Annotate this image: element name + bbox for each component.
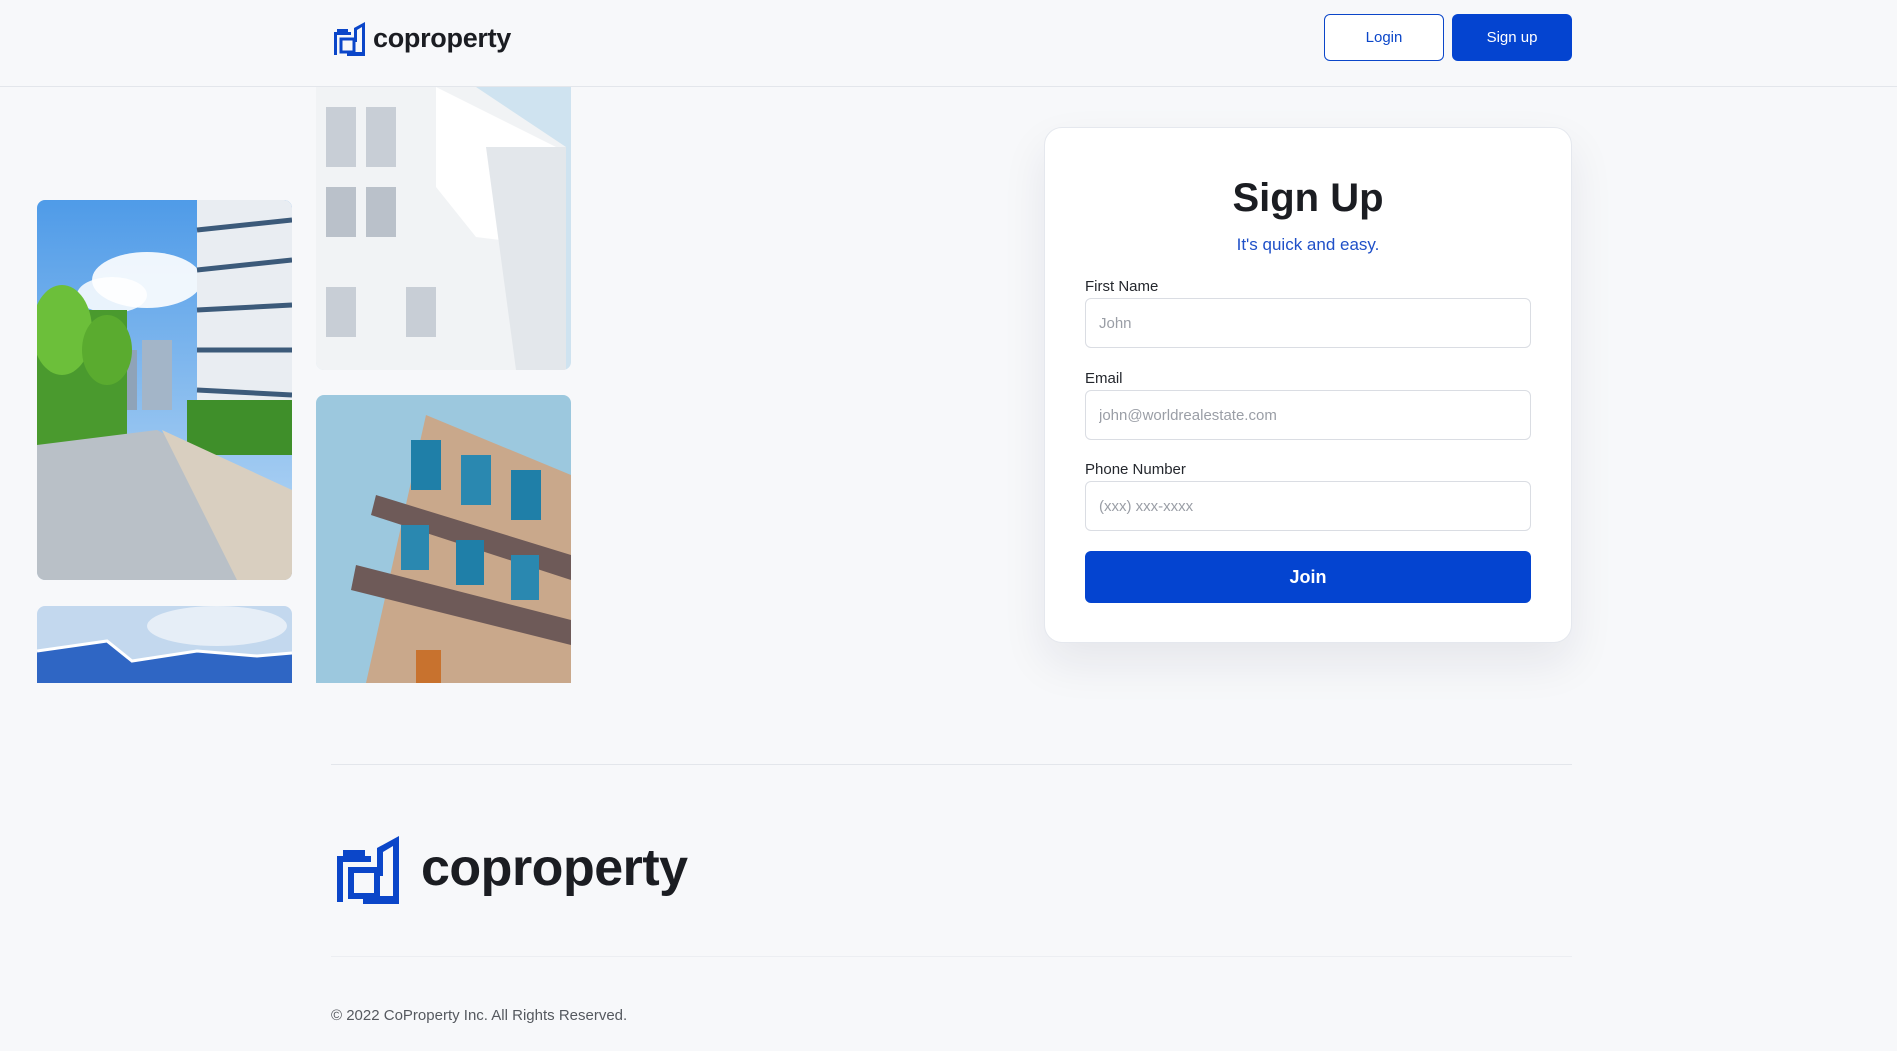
apartment-balconies-photo: [316, 395, 571, 683]
glass-roof-photo: [37, 606, 292, 683]
first-name-label: First Name: [1085, 278, 1159, 295]
signup-subtitle: It's quick and easy.: [1236, 235, 1380, 254]
footer-brand-name: coproperty: [421, 839, 688, 897]
signup-title: Sign Up: [1232, 176, 1384, 220]
copyright-text: © 2022 CoProperty Inc. All Rights Reserv…: [331, 1007, 628, 1024]
email-field[interactable]: [1085, 390, 1531, 440]
signup-button[interactable]: Sign up: [1452, 14, 1572, 61]
first-name-field[interactable]: [1085, 298, 1531, 348]
join-button[interactable]: Join: [1085, 551, 1531, 603]
brand-name: coproperty: [373, 22, 512, 53]
footer-divider-top: [331, 764, 1572, 765]
coproperty-logo-icon: [337, 836, 399, 904]
white-facade-photo: [316, 87, 571, 370]
coproperty-logo-icon: [334, 22, 365, 56]
phone-field[interactable]: [1085, 481, 1531, 531]
footer-logo[interactable]: coproperty: [331, 828, 688, 908]
top-navbar: coproperty Login Sign up: [0, 0, 1897, 87]
building-walkway-photo: [37, 200, 292, 580]
signup-card: Sign Up It's quick and easy. First Name …: [1044, 127, 1572, 643]
login-button[interactable]: Login: [1324, 14, 1444, 61]
footer-divider-bottom: [331, 956, 1572, 957]
phone-label: Phone Number: [1085, 461, 1186, 478]
header-logo[interactable]: coproperty: [331, 18, 511, 58]
email-label: Email: [1085, 370, 1123, 387]
